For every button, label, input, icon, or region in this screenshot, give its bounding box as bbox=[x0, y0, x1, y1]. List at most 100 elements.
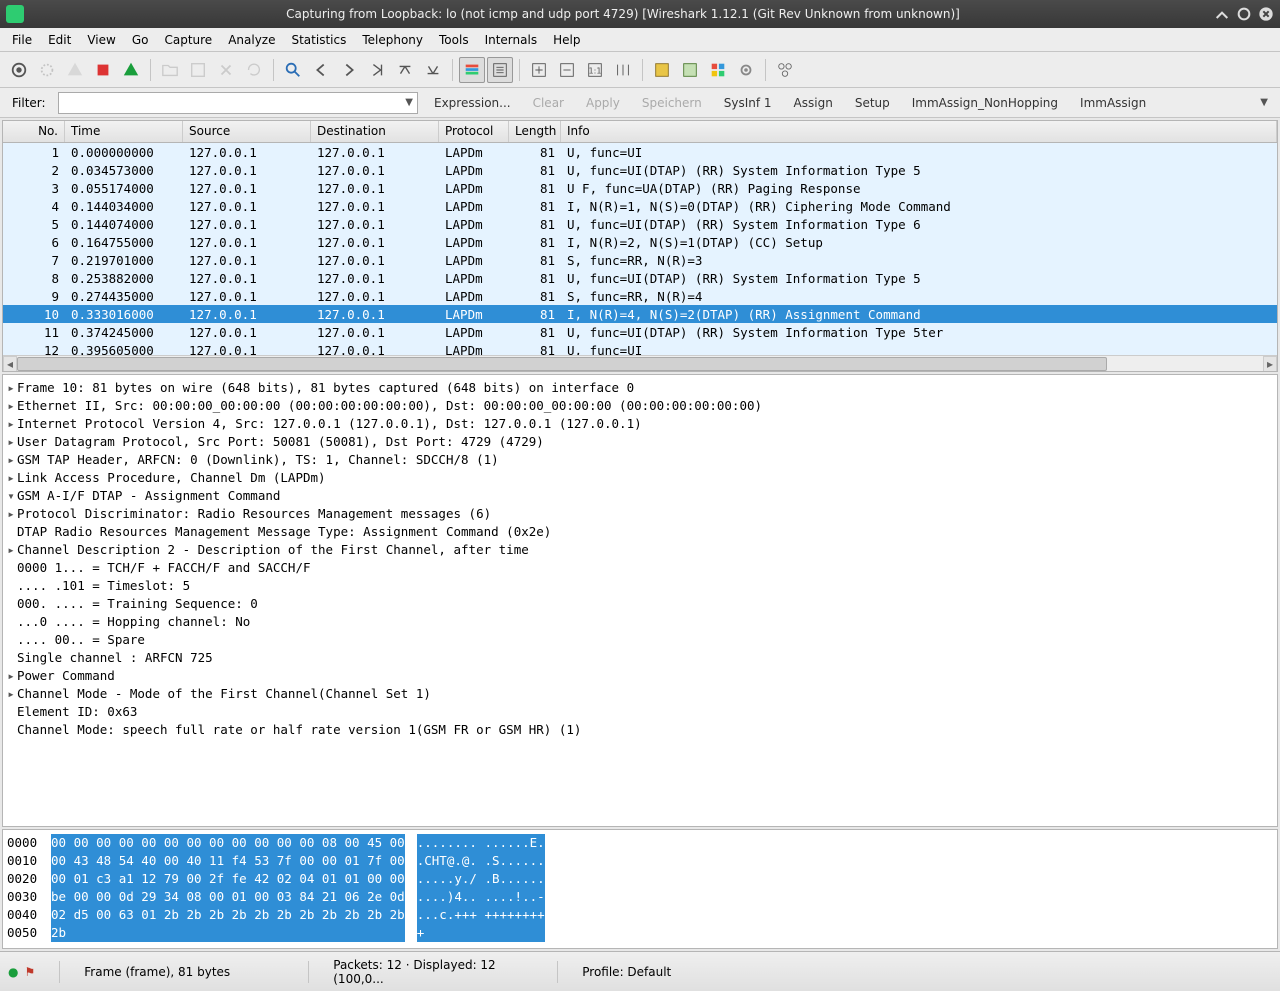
column-header-destination[interactable]: Destination bbox=[311, 121, 439, 142]
detail-row[interactable]: ▾GSM A-I/F DTAP - Assignment Command bbox=[5, 487, 1275, 505]
packet-list-body[interactable]: 10.000000000127.0.0.1127.0.0.1LAPDm81U, … bbox=[3, 143, 1277, 355]
hex-bytes-row[interactable]: 00 01 c3 a1 12 79 00 2f fe 42 02 04 01 0… bbox=[51, 870, 405, 888]
column-header-time[interactable]: Time bbox=[65, 121, 183, 142]
detail-row[interactable]: 0000 1... = TCH/F + FACCH/F and SACCH/F bbox=[5, 559, 1275, 577]
chevron-down-icon[interactable]: ▼ bbox=[1260, 97, 1268, 108]
packet-details-pane[interactable]: ▸Frame 10: 81 bytes on wire (648 bits), … bbox=[2, 374, 1278, 827]
packet-row[interactable]: 120.395605000127.0.0.1127.0.0.1LAPDm81U,… bbox=[3, 341, 1277, 355]
detail-row[interactable]: 000. .... = Training Sequence: 0 bbox=[5, 595, 1275, 613]
menu-telephony[interactable]: Telephony bbox=[354, 31, 431, 49]
expand-icon[interactable]: ▸ bbox=[5, 667, 17, 685]
interfaces-icon[interactable] bbox=[6, 57, 32, 83]
detail-row[interactable]: .... .101 = Timeslot: 5 bbox=[5, 577, 1275, 595]
find-icon[interactable] bbox=[280, 57, 306, 83]
detail-row[interactable]: ▸User Datagram Protocol, Src Port: 50081… bbox=[5, 433, 1275, 451]
hex-ascii-row[interactable]: ....)4.. ....!..- bbox=[417, 888, 545, 906]
colorize-icon[interactable] bbox=[459, 57, 485, 83]
maximize-icon[interactable] bbox=[1236, 6, 1252, 22]
menu-internals[interactable]: Internals bbox=[477, 31, 546, 49]
hex-bytes-row[interactable]: 00 43 48 54 40 00 40 11 f4 53 7f 00 00 0… bbox=[51, 852, 405, 870]
expand-icon[interactable]: ▾ bbox=[5, 487, 17, 505]
detail-row[interactable]: ▸Link Access Procedure, Channel Dm (LAPD… bbox=[5, 469, 1275, 487]
expand-icon[interactable] bbox=[5, 631, 17, 649]
packet-row[interactable]: 40.144034000127.0.0.1127.0.0.1LAPDm81I, … bbox=[3, 197, 1277, 215]
capture-filters-icon[interactable] bbox=[649, 57, 675, 83]
menu-capture[interactable]: Capture bbox=[156, 31, 220, 49]
detail-row[interactable]: .... 00.. = Spare bbox=[5, 631, 1275, 649]
column-header-info[interactable]: Info bbox=[561, 121, 1277, 142]
hex-bytes-row[interactable]: be 00 00 0d 29 34 08 00 01 00 03 84 21 0… bbox=[51, 888, 405, 906]
go-last-icon[interactable] bbox=[420, 57, 446, 83]
expand-icon[interactable] bbox=[5, 595, 17, 613]
menu-go[interactable]: Go bbox=[124, 31, 157, 49]
menu-help[interactable]: Help bbox=[545, 31, 588, 49]
detail-row[interactable]: ▸ Channel Description 2 - Description of… bbox=[5, 541, 1275, 559]
expand-icon[interactable]: ▸ bbox=[5, 415, 17, 433]
detail-row[interactable]: Channel Mode: speech full rate or half r… bbox=[5, 721, 1275, 739]
hex-ascii-row[interactable]: ...c.+++ ++++++++ bbox=[417, 906, 545, 924]
expand-icon[interactable] bbox=[5, 721, 17, 739]
hex-bytes-row[interactable]: 00 00 00 00 00 00 00 00 00 00 00 00 08 0… bbox=[51, 834, 405, 852]
detail-row[interactable]: Element ID: 0x63 bbox=[5, 703, 1275, 721]
expand-icon[interactable]: ▸ bbox=[5, 397, 17, 415]
packet-row[interactable]: 80.253882000127.0.0.1127.0.0.1LAPDm81U, … bbox=[3, 269, 1277, 287]
hex-ascii-row[interactable]: ........ ......E. bbox=[417, 834, 545, 852]
packet-row[interactable]: 100.333016000127.0.0.1127.0.0.1LAPDm81I,… bbox=[3, 305, 1277, 323]
preferences-icon[interactable] bbox=[733, 57, 759, 83]
expand-icon[interactable]: ▸ bbox=[5, 541, 17, 559]
expand-icon[interactable] bbox=[5, 703, 17, 721]
packet-row[interactable]: 10.000000000127.0.0.1127.0.0.1LAPDm81U, … bbox=[3, 143, 1277, 161]
menu-view[interactable]: View bbox=[79, 31, 123, 49]
expand-icon[interactable] bbox=[5, 523, 17, 541]
packet-list-header[interactable]: No. Time Source Destination Protocol Len… bbox=[3, 121, 1277, 143]
hex-ascii-row[interactable]: .CHT@.@. .S...... bbox=[417, 852, 545, 870]
detail-row[interactable]: ▸Frame 10: 81 bytes on wire (648 bits), … bbox=[5, 379, 1275, 397]
hex-ascii-row[interactable]: + bbox=[417, 924, 545, 942]
restart-capture-icon[interactable] bbox=[118, 57, 144, 83]
expand-icon[interactable] bbox=[5, 577, 17, 595]
scrollbar-thumb[interactable] bbox=[17, 357, 1107, 371]
packet-row[interactable]: 90.274435000127.0.0.1127.0.0.1LAPDm81S, … bbox=[3, 287, 1277, 305]
column-header-source[interactable]: Source bbox=[183, 121, 311, 142]
expert-info-icon[interactable]: ⚑ bbox=[24, 965, 35, 979]
chevron-down-icon[interactable]: ▼ bbox=[405, 97, 413, 108]
filter-preset-setup[interactable]: Setup bbox=[849, 96, 896, 110]
zoom-in-icon[interactable] bbox=[526, 57, 552, 83]
display-filters-icon[interactable] bbox=[677, 57, 703, 83]
menu-file[interactable]: File bbox=[4, 31, 40, 49]
packet-row[interactable]: 60.164755000127.0.0.1127.0.0.1LAPDm81I, … bbox=[3, 233, 1277, 251]
status-profile[interactable]: Profile: Default bbox=[582, 965, 671, 979]
hex-ascii-row[interactable]: .....y./ .B...... bbox=[417, 870, 545, 888]
filter-expression-button[interactable]: Expression... bbox=[428, 96, 517, 110]
detail-row[interactable]: ...0 .... = Hopping channel: No bbox=[5, 613, 1275, 631]
scroll-left-icon[interactable]: ◂ bbox=[3, 356, 17, 372]
zoom-out-icon[interactable] bbox=[554, 57, 580, 83]
go-back-icon[interactable] bbox=[308, 57, 334, 83]
options-icon[interactable] bbox=[34, 57, 60, 83]
coloring-rules-icon[interactable] bbox=[705, 57, 731, 83]
packet-row[interactable]: 30.055174000127.0.0.1127.0.0.1LAPDm81U F… bbox=[3, 179, 1277, 197]
filter-preset-assign[interactable]: Assign bbox=[788, 96, 839, 110]
resize-columns-icon[interactable] bbox=[610, 57, 636, 83]
detail-row[interactable]: ▸ Power Command bbox=[5, 667, 1275, 685]
close-icon[interactable] bbox=[1258, 6, 1274, 22]
menu-tools[interactable]: Tools bbox=[431, 31, 477, 49]
column-header-length[interactable]: Length bbox=[509, 121, 561, 142]
stop-capture-icon[interactable] bbox=[90, 57, 116, 83]
detail-row[interactable]: ▸ Channel Mode - Mode of the First Chann… bbox=[5, 685, 1275, 703]
expand-icon[interactable]: ▸ bbox=[5, 505, 17, 523]
expand-icon[interactable]: ▸ bbox=[5, 451, 17, 469]
filter-preset-sysinf1[interactable]: SysInf 1 bbox=[718, 96, 778, 110]
packet-row[interactable]: 110.374245000127.0.0.1127.0.0.1LAPDm81U,… bbox=[3, 323, 1277, 341]
column-header-protocol[interactable]: Protocol bbox=[439, 121, 509, 142]
go-first-icon[interactable] bbox=[392, 57, 418, 83]
go-to-icon[interactable] bbox=[364, 57, 390, 83]
detail-row[interactable]: ▸ Protocol Discriminator: Radio Resource… bbox=[5, 505, 1275, 523]
scroll-right-icon[interactable]: ▸ bbox=[1263, 356, 1277, 372]
detail-row[interactable]: ▸Internet Protocol Version 4, Src: 127.0… bbox=[5, 415, 1275, 433]
horizontal-scrollbar[interactable]: ◂ ▸ bbox=[3, 355, 1277, 371]
detail-row[interactable]: ▸Ethernet II, Src: 00:00:00_00:00:00 (00… bbox=[5, 397, 1275, 415]
column-header-no[interactable]: No. bbox=[3, 121, 65, 142]
help-icon[interactable] bbox=[772, 57, 798, 83]
auto-scroll-icon[interactable] bbox=[487, 57, 513, 83]
